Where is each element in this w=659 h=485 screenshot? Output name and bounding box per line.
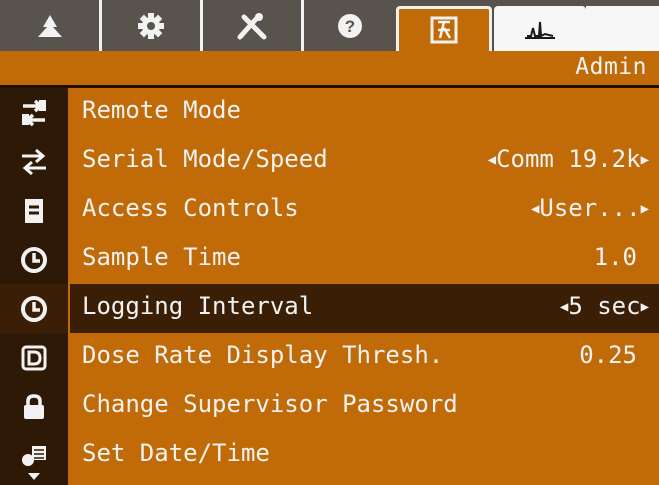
menu-item-logging-interval[interactable]: Logging Interval ◀5 sec▶: [0, 284, 659, 333]
tab-settings[interactable]: [102, 0, 200, 51]
right-arrow-icon: ▶: [640, 201, 649, 217]
menu-item-access-controls[interactable]: Access Controls ◀User...▶: [0, 186, 659, 235]
tab-admin[interactable]: [396, 6, 492, 51]
tab-bar-fill: [586, 6, 659, 51]
menu-item-value: 1.0: [593, 243, 637, 271]
help-icon: ?: [337, 13, 363, 39]
lock-icon: [0, 382, 68, 431]
admin-icon: [430, 16, 458, 44]
menu-item-value: User...: [539, 194, 641, 222]
document-icon: [0, 186, 68, 235]
menu-item-set-date-time[interactable]: Set Date/Time: [0, 431, 659, 480]
menu-item-label: Logging Interval: [82, 292, 314, 320]
svg-text:?: ?: [345, 17, 355, 36]
menu-item-label: Dose Rate Display Thresh.: [82, 341, 444, 369]
menu-item-label: Serial Mode/Speed: [82, 145, 328, 173]
menu-item-sample-time[interactable]: Sample Time 1.0: [0, 235, 659, 284]
left-arrow-icon: ◀: [530, 201, 540, 217]
serial-arrows-icon: [0, 137, 68, 186]
tab-help[interactable]: ?: [304, 0, 396, 51]
menu-item-remote-mode[interactable]: Remote Mode: [0, 88, 659, 137]
tab-spectrum[interactable]: [494, 6, 586, 51]
left-arrow-icon: ◀: [487, 152, 497, 168]
tools-icon: [236, 11, 268, 41]
device-screen: ? Admin Remote Mode Serial Mode/Speed ◀C…: [0, 0, 659, 485]
spectrum-icon: [523, 18, 557, 40]
menu-item-label: Access Controls: [82, 194, 299, 222]
menu-item-change-password[interactable]: Change Supervisor Password: [0, 382, 659, 431]
remote-mode-icon: [0, 88, 68, 137]
access-controls-value[interactable]: ◀User...▶: [531, 194, 649, 222]
tree-icon: [35, 13, 65, 39]
user-role: Admin: [575, 54, 647, 80]
menu-item-value: 5 sec: [568, 292, 641, 320]
menu-item-label: Sample Time: [82, 243, 241, 271]
left-arrow-icon: ◀: [559, 299, 569, 315]
dose-display-icon: [0, 333, 68, 382]
logging-interval-value[interactable]: ◀5 sec▶: [560, 292, 649, 320]
clock-icon: [0, 284, 68, 333]
menu-item-label: Change Supervisor Password: [82, 390, 458, 418]
menu-item-dose-rate-threshold[interactable]: Dose Rate Display Thresh. 0.25: [0, 333, 659, 382]
tab-bar: ?: [0, 0, 659, 51]
menu-item-serial-mode[interactable]: Serial Mode/Speed ◀Comm 19.2k▶: [0, 137, 659, 186]
gear-icon: [136, 11, 166, 41]
menu-item-value: Comm 19.2k: [496, 145, 641, 173]
tab-status[interactable]: [0, 0, 99, 51]
scroll-down-icon[interactable]: [0, 471, 68, 485]
header-bar: Admin: [0, 51, 659, 88]
menu-item-value: 0.25: [579, 341, 637, 369]
clock-icon: [0, 235, 68, 284]
menu-item-label: Set Date/Time: [82, 439, 270, 467]
right-arrow-icon: ▶: [640, 299, 649, 315]
right-arrow-icon: ▶: [640, 152, 649, 168]
menu-item-label: Remote Mode: [82, 96, 241, 124]
serial-speed-value[interactable]: ◀Comm 19.2k▶: [488, 145, 649, 173]
tab-tools[interactable]: [203, 0, 301, 51]
